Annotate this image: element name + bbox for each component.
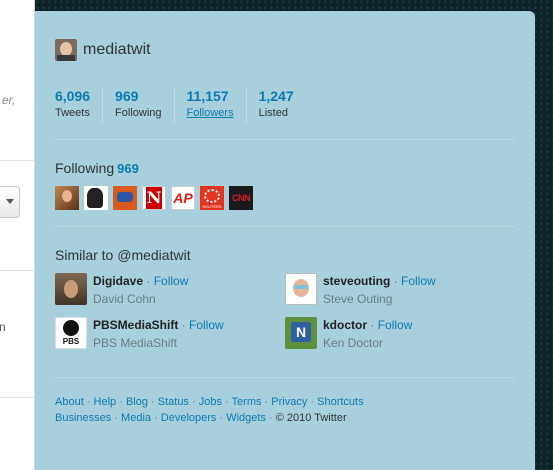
user-name-link[interactable]: PBSMediaShift (93, 318, 178, 332)
divider (0, 270, 34, 271)
follow-link[interactable]: Follow (189, 318, 224, 332)
avatar[interactable] (55, 39, 77, 61)
following-avatars: N AP REUTERS CNN (55, 186, 258, 210)
footer-link-shortcuts[interactable]: Shortcuts (317, 396, 363, 408)
similar-user: N kdoctor · Follow Ken Doctor (285, 317, 412, 351)
silhouette-avatar-icon[interactable] (84, 186, 108, 210)
stat-value: 6,096 (55, 88, 91, 104)
footer-link-widgets[interactable]: Widgets (226, 412, 266, 424)
stat-value: 969 (115, 88, 139, 104)
screen-name[interactable]: mediatwit (83, 41, 151, 59)
truncated-text: er, (2, 93, 16, 107)
reuters-logo-icon[interactable]: REUTERS (200, 186, 224, 210)
full-name: Steve Outing (323, 292, 393, 306)
avatar[interactable]: N (285, 317, 317, 349)
ap-logo-icon[interactable]: AP (171, 186, 195, 210)
avatar[interactable] (55, 273, 87, 305)
similar-user: Digidave · Follow David Cohn (55, 273, 188, 307)
footer-link-terms[interactable]: Terms (232, 396, 262, 408)
divider (0, 397, 34, 398)
avatar[interactable] (285, 273, 317, 305)
newsweek-logo-icon[interactable]: N (142, 186, 166, 210)
stat-value: 1,247 (258, 88, 294, 104)
footer-link-businesses[interactable]: Businesses (55, 412, 111, 424)
footer-link-about[interactable]: About (55, 396, 84, 408)
similar-heading: Similar to @mediatwit (55, 247, 191, 263)
footer-link-help[interactable]: Help (94, 396, 117, 408)
footer-row: About · Help · Blog · Status · Jobs · Te… (55, 396, 364, 408)
stat-label: Tweets (55, 107, 90, 119)
profile-dashboard: mediatwit 6,096 Tweets 969 Following 11,… (35, 11, 535, 470)
follow-link[interactable]: Follow (154, 274, 189, 288)
pbs-logo-icon[interactable]: PBS (55, 317, 87, 349)
stats-bar: 6,096 Tweets 969 Following 11,157 Follow… (55, 88, 318, 128)
footer-link-privacy[interactable]: Privacy (271, 396, 307, 408)
similar-user: steveouting · Follow Steve Outing (285, 273, 436, 307)
section-divider (55, 226, 515, 227)
main-timeline-edge: er, n (0, 0, 35, 470)
logo-avatar-icon[interactable] (113, 186, 137, 210)
full-name: David Cohn (93, 292, 156, 306)
footer: About · Help · Blog · Status · Jobs · Te… (55, 394, 495, 426)
divider (0, 160, 34, 161)
stat-tweets[interactable]: 6,096 Tweets (55, 88, 104, 124)
stat-label: Listed (258, 107, 288, 119)
footer-link-status[interactable]: Status (158, 396, 189, 408)
chevron-down-icon (6, 199, 14, 204)
user-name-link[interactable]: steveouting (323, 274, 390, 288)
section-divider (55, 139, 515, 140)
following-heading: Following 969 (55, 160, 139, 176)
stat-followers[interactable]: 11,157 Followers (187, 88, 247, 124)
dropdown-button[interactable] (0, 186, 20, 218)
section-divider (55, 377, 515, 378)
follow-link[interactable]: Follow (401, 274, 436, 288)
profile-header[interactable]: mediatwit (55, 38, 151, 62)
footer-link-blog[interactable]: Blog (126, 396, 148, 408)
user-name-link[interactable]: Digidave (93, 274, 143, 288)
person-avatar-icon[interactable] (55, 186, 79, 210)
cnn-logo-icon[interactable]: CNN (229, 186, 253, 210)
user-name-link[interactable]: kdoctor (323, 318, 367, 332)
footer-link-jobs[interactable]: Jobs (199, 396, 222, 408)
footer-link-developers[interactable]: Developers (161, 412, 217, 424)
footer-link-media[interactable]: Media (121, 412, 151, 424)
full-name: Ken Doctor (323, 336, 384, 350)
follow-link[interactable]: Follow (378, 318, 413, 332)
following-label: Following (55, 160, 115, 176)
stat-value: 11,157 (186, 88, 229, 104)
stat-following[interactable]: 969 Following (115, 88, 175, 124)
stat-label: Following (115, 107, 162, 119)
stat-listed[interactable]: 1,247 Listed (259, 88, 306, 124)
full-name: PBS MediaShift (93, 336, 178, 350)
followers-link[interactable]: Followers (187, 105, 234, 121)
footer-row: Businesses · Media · Developers · Widget… (55, 412, 347, 424)
following-count[interactable]: 969 (117, 161, 139, 176)
truncated-text: n (0, 320, 6, 334)
copyright: © 2010 Twitter (275, 412, 347, 424)
similar-user: PBS PBSMediaShift · Follow PBS MediaShif… (55, 317, 224, 351)
